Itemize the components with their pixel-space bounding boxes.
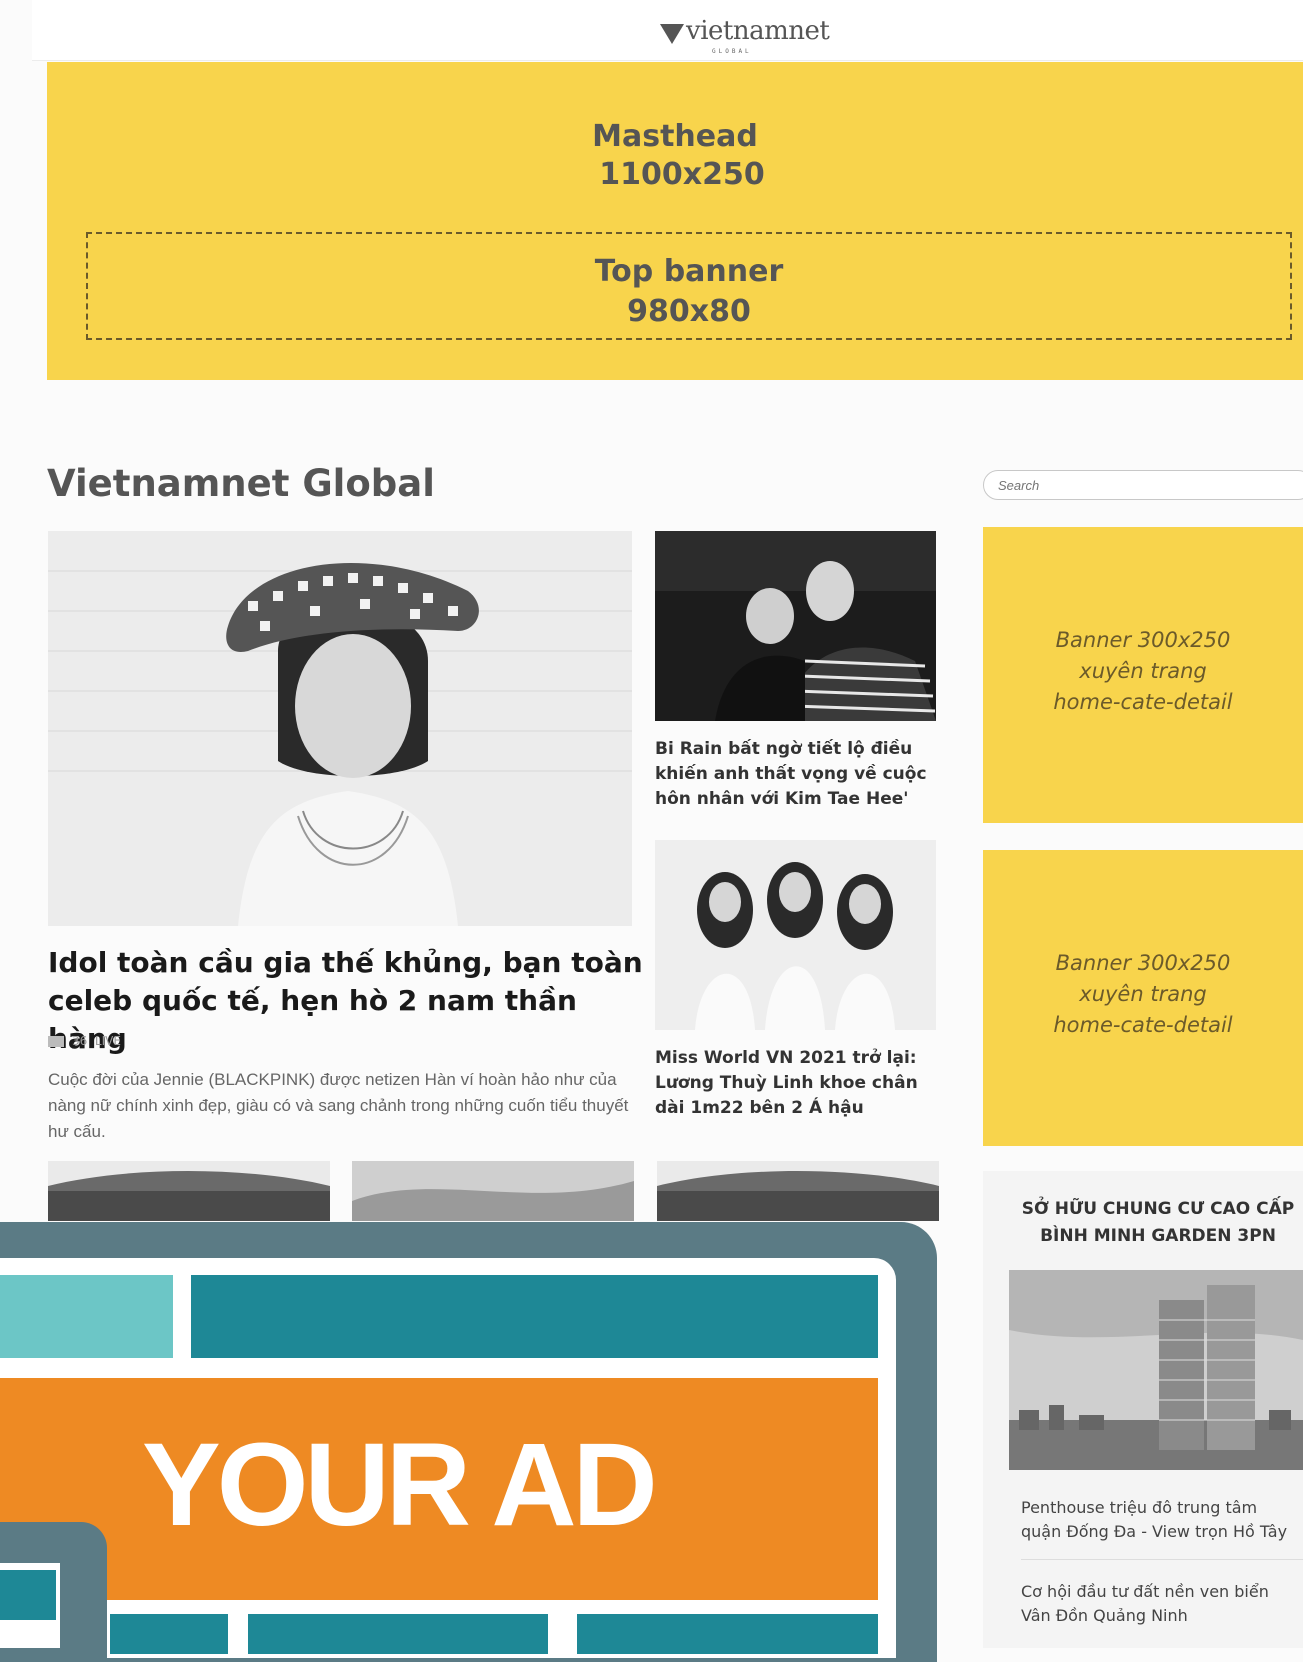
- promo-link-1[interactable]: Penthouse triệu đô trung tâm quận Đống Đ…: [1021, 1496, 1303, 1544]
- thumbnail-photo-2: [352, 1161, 634, 1221]
- promo-title-line1: SỞ HỮU CHUNG CƯ CAO CẤP: [1021, 1199, 1295, 1219]
- side-story-photo-2: [655, 840, 936, 1030]
- your-ad-block-light: [0, 1275, 173, 1358]
- logo-text: vietnamnet: [686, 16, 830, 46]
- your-ad-corner-block: [0, 1570, 56, 1620]
- promo-link-2-line2: Vân Đồn Quảng Ninh: [1021, 1606, 1188, 1625]
- your-ad-bottom-block-0: [110, 1614, 228, 1654]
- promo-title[interactable]: SỞ HỮU CHUNG CƯ CAO CẤP BÌNH MINH GARDEN…: [1008, 1196, 1303, 1250]
- logo-mark-icon: [660, 24, 684, 44]
- sidebar-banner-1[interactable]: Banner 300x250 xuyên trang home-cate-det…: [983, 527, 1303, 823]
- your-ad-bottom-block-2: [577, 1614, 878, 1654]
- side-story-photo-1: [655, 531, 936, 721]
- promo-link-2[interactable]: Cơ hội đầu tư đất nền ven biển Vân Đồn Q…: [1021, 1580, 1303, 1628]
- promo-link-2-line1: Cơ hội đầu tư đất nền ven biển: [1021, 1582, 1269, 1601]
- sidebar-banner-line1: Banner 300x250: [1055, 628, 1231, 652]
- sidebar-banner-line3: home-cate-detail: [1053, 690, 1233, 714]
- comment-count: 36: [72, 1034, 88, 1048]
- side-story-image-2[interactable]: [655, 840, 936, 1030]
- promo-title-line2: BÌNH MINH GARDEN 3PN: [1040, 1226, 1276, 1246]
- top-banner-label: Top banner 980x80: [88, 252, 1290, 332]
- side-story-title-1[interactable]: Bi Rain bất ngờ tiết lộ điều khiến anh t…: [655, 737, 940, 812]
- sidebar-banner-label: Banner 300x250 xuyên trang home-cate-det…: [983, 625, 1303, 718]
- thumbnail-2[interactable]: [352, 1161, 634, 1221]
- your-ad-bottom-block-1: [248, 1614, 548, 1654]
- thumbnail-1[interactable]: [48, 1161, 330, 1221]
- lead-story-summary: Cuộc đời của Jennie (BLACKPINK) được net…: [48, 1070, 629, 1141]
- search-input[interactable]: [983, 470, 1303, 500]
- site-logo[interactable]: vietnamnet GLOBAL: [660, 14, 830, 58]
- comment-icon: [48, 1036, 64, 1047]
- promo-divider: [1021, 1559, 1303, 1560]
- sidebar-banner-label: Banner 300x250 xuyên trang home-cate-det…: [983, 948, 1303, 1041]
- sidebar-banner-line3: home-cate-detail: [1053, 1013, 1233, 1037]
- thumbnail-3[interactable]: [657, 1161, 939, 1221]
- logo-subtitle: GLOBAL: [712, 48, 752, 55]
- section-title[interactable]: Vietnamnet Global: [47, 462, 435, 505]
- side-story-title-2[interactable]: Miss World VN 2021 trở lại: Lương Thuỳ L…: [655, 1046, 940, 1121]
- masthead-label-line2: 1100x250: [599, 157, 765, 192]
- lead-story-meta: 36 LIVE: [48, 1034, 121, 1048]
- thumbnail-photo-3: [657, 1161, 939, 1221]
- promo-link-1-line2: quận Đống Đa - View trọn Hồ Tây: [1021, 1522, 1288, 1541]
- lead-story-title[interactable]: Idol toàn cầu gia thế khủng, bạn toàn ce…: [48, 944, 648, 1058]
- sidebar-banner-line2: xuyên trang: [1079, 982, 1207, 1006]
- top-banner-label-line1: Top banner: [594, 254, 784, 289]
- top-banner-slot[interactable]: Top banner 980x80: [86, 232, 1292, 340]
- lead-story-image[interactable]: [48, 531, 632, 926]
- sidebar-banner-line1: Banner 300x250: [1055, 951, 1231, 975]
- side-story-image-1[interactable]: [655, 531, 936, 721]
- your-ad-text: YOUR AD: [142, 1419, 658, 1551]
- live-label: LIVE: [94, 1034, 121, 1048]
- promo-link-1-line1: Penthouse triệu đô trung tâm: [1021, 1498, 1258, 1517]
- promo-photo: [1009, 1270, 1303, 1470]
- sidebar-banner-2[interactable]: Banner 300x250 xuyên trang home-cate-det…: [983, 850, 1303, 1146]
- thumbnail-photo-1: [48, 1161, 330, 1221]
- masthead-label-line1: Masthead: [592, 119, 758, 154]
- sidebar-banner-line2: xuyên trang: [1079, 659, 1207, 683]
- your-ad-block-teal: [191, 1275, 878, 1358]
- top-banner-label-line2: 980x80: [627, 294, 751, 329]
- lead-story-photo: [48, 531, 632, 926]
- masthead-banner[interactable]: Masthead 1100x250 Top banner 980x80: [47, 62, 1303, 380]
- masthead-label: Masthead 1100x250: [47, 118, 1303, 194]
- promo-image[interactable]: [1009, 1270, 1303, 1470]
